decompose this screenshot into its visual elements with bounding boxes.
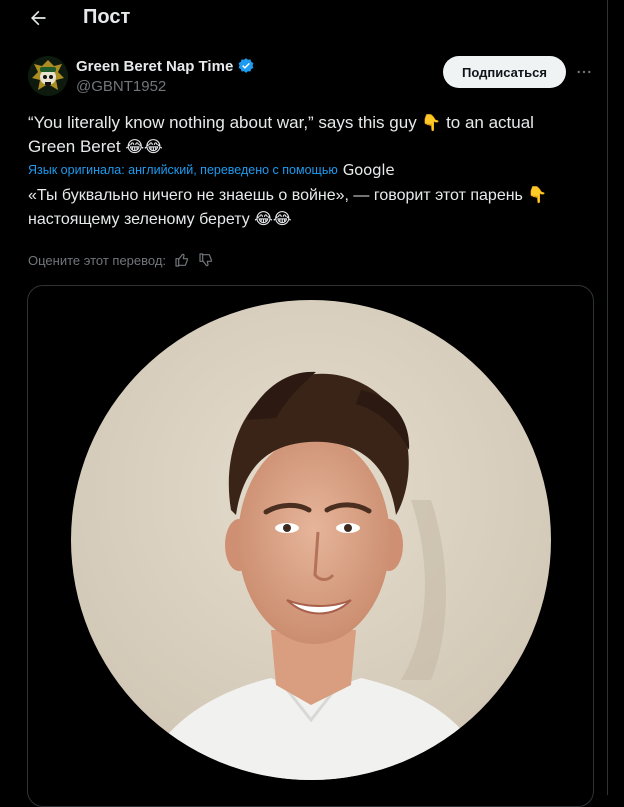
skull-beret-avatar [28,56,68,96]
translated-line2: настоящему зеленому берету [28,211,255,228]
translated-text: «Ты буквально ничего не знаешь о войне»,… [28,183,588,231]
rate-translation: Оцените этот перевод: [28,252,214,268]
laugh-emojis: 😂😂 [125,137,163,156]
more-horizontal-icon [577,70,591,74]
thumbs-up-icon [175,253,188,267]
translation-note[interactable]: Язык оригинала: английский, переведено с… [28,161,395,179]
translated-laugh-emojis: 😂😂 [254,209,292,228]
verified-badge-icon [238,58,254,73]
post-column: Пост Green Beret Nap Time @GBNT1952 Подп… [0,0,608,807]
tweet-text-line2: Green Beret [28,137,126,156]
arrow-left-icon [31,10,46,26]
author-handle[interactable]: @GBNT1952 [76,78,166,95]
tweet-text-line1: “You literally know nothing about war,” … [28,113,422,132]
tweet-text-line1-end: to an actual [441,113,534,132]
back-button[interactable] [22,2,54,34]
avatar[interactable] [28,56,68,96]
author-name-text: Green Beret Nap Time [76,57,234,75]
portrait-photo [71,300,551,780]
google-logo: Google [342,161,395,179]
post-header: Пост [0,0,607,36]
tweet-text: “You literally know nothing about war,” … [28,111,588,159]
rate-prompt: Оцените этот перевод: [28,252,167,268]
thumbs-down-icon [199,253,212,267]
point-down-emoji: 👇 [421,113,442,132]
translated-line1: «Ты буквально ничего не знаешь о войне»,… [28,187,528,204]
rate-up-button[interactable] [174,252,190,268]
media-image[interactable] [27,285,594,807]
rate-down-button[interactable] [198,252,214,268]
page-title: Пост [83,6,131,28]
translation-note-text: Язык оригинала: английский, переведено с… [28,163,338,177]
subscribe-button[interactable]: Подписаться [443,56,566,88]
translated-point-down-emoji: 👇 [527,185,548,204]
more-button[interactable] [572,60,596,84]
author-name[interactable]: Green Beret Nap Time [76,57,255,75]
